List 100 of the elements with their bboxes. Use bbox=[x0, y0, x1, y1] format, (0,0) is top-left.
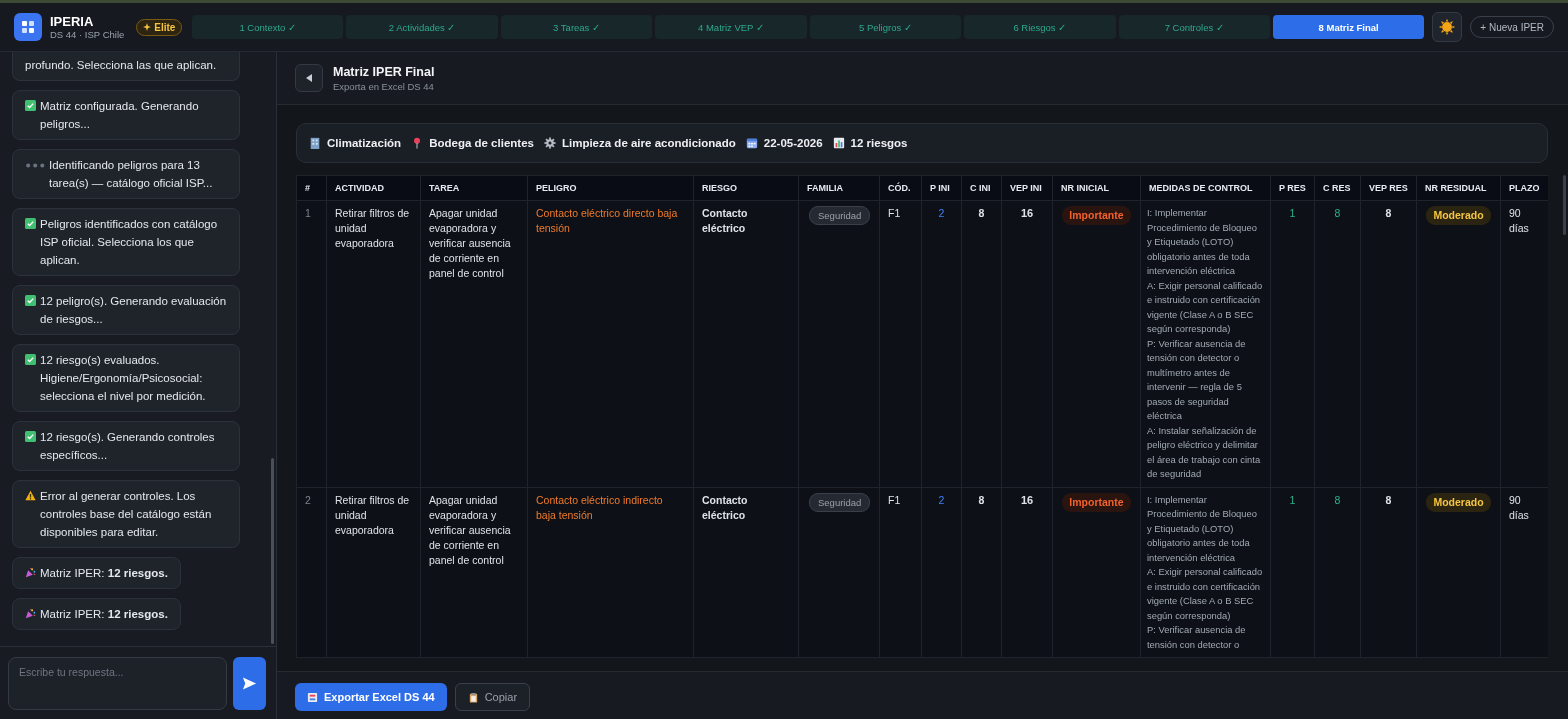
confetti-icon bbox=[25, 608, 36, 619]
loading-dots-icon bbox=[25, 162, 47, 169]
step-tab[interactable]: 7 Controles ✓ bbox=[1118, 15, 1270, 39]
column-header: PELIGRO bbox=[527, 175, 694, 201]
table-cell: 8 bbox=[1314, 200, 1361, 487]
column-header: CÓD. bbox=[879, 175, 922, 201]
spreadsheet-icon bbox=[307, 691, 318, 703]
confetti-icon bbox=[25, 567, 36, 578]
column-header: P INI bbox=[921, 175, 962, 201]
summary-value: 12 riesgos bbox=[850, 137, 908, 149]
page-subtitle: Exporta en Excel DS 44 bbox=[333, 80, 435, 92]
table-cell: 2 bbox=[921, 487, 962, 658]
risk-level-tag: Importante bbox=[1062, 206, 1131, 225]
summary-value: Bodega de clientes bbox=[429, 137, 534, 149]
table-cell: 2 bbox=[296, 487, 327, 658]
export-excel-button[interactable]: Exportar Excel DS 44 bbox=[295, 683, 447, 711]
table-cell: Contacto eléctrico directo baja tensión bbox=[527, 200, 694, 487]
column-header: FAMILIA bbox=[798, 175, 880, 201]
back-icon bbox=[304, 73, 314, 83]
check-icon bbox=[25, 431, 36, 442]
bar-chart-icon bbox=[832, 137, 845, 149]
control-measure: A: Exigir personal calificado e instruido con certificación vigente (Clase A o B SEC según corresponda) bbox=[1147, 278, 1264, 336]
message-text: 12 riesgo(s) evaluados. Higiene/Ergonomía/Psicosocial: selecciona el nivel por medición. bbox=[40, 353, 207, 404]
column-header: VEP INI bbox=[1001, 175, 1053, 201]
table-cell: 2 bbox=[921, 200, 962, 487]
summary-value: Limpieza de aire acondicionado bbox=[561, 137, 736, 149]
control-measure: P: Verificar ausencia de tensión con detector o bbox=[1147, 623, 1247, 652]
table-cell: 8 bbox=[1314, 487, 1361, 658]
column-header: ACTIVIDAD bbox=[326, 175, 421, 201]
send-button[interactable] bbox=[233, 657, 266, 710]
table-cell: 1 bbox=[1270, 200, 1315, 487]
step-tab[interactable]: 2 Actividades ✓ bbox=[346, 15, 498, 39]
message-text: Matriz IPER: 12 riesgos. bbox=[40, 607, 168, 622]
control-measure: P: Verificar ausencia de tensión con detector o multímetro antes de intervenir — regla de 5 pasos de seguridad eléctrica bbox=[1147, 336, 1247, 423]
table-cell: 1 bbox=[1270, 487, 1315, 658]
control-measure: A: Exigir personal calificado e instruido con certificación vigente (Clase A o B SEC según corresponda) bbox=[1147, 565, 1264, 623]
family-tag: Seguridad bbox=[809, 206, 871, 225]
step-tab[interactable]: 4 Matriz VEP ✓ bbox=[655, 15, 807, 39]
table-cell: Contacto eléctrico bbox=[693, 487, 799, 658]
column-header: RIESGO bbox=[693, 175, 799, 201]
table-cell: 8 bbox=[1360, 487, 1417, 658]
step-tab[interactable]: 1 Contexto ✓ bbox=[192, 15, 344, 39]
column-header: NR RESIDUAL bbox=[1416, 175, 1501, 201]
column-header: C RES bbox=[1314, 175, 1361, 201]
sparkle-icon bbox=[143, 23, 152, 31]
step-tab[interactable]: 3 Tareas ✓ bbox=[500, 15, 653, 39]
plan-badge: Elite bbox=[136, 18, 183, 36]
back-button[interactable] bbox=[295, 64, 323, 92]
app-name: IPERIA bbox=[50, 14, 95, 29]
table-cell: 8 bbox=[961, 487, 1002, 658]
table-cell: 1 bbox=[296, 200, 327, 487]
step-tab[interactable]: 8 Matriz Final bbox=[1272, 15, 1425, 39]
app-logo-icon bbox=[14, 13, 42, 41]
column-header: P RES bbox=[1270, 175, 1315, 201]
column-header: C INI bbox=[961, 175, 1002, 201]
message-text: 12 peligro(s). Generando evaluación de riesgos... bbox=[40, 294, 227, 327]
sun-icon bbox=[1438, 18, 1457, 36]
control-measure: A: Instalar señalización de peligro eléctrico y delimitar el área de trabajo con cinta de seguridad bbox=[1147, 423, 1262, 481]
message-text: 12 riesgo(s). Generando controles específicos... bbox=[40, 430, 216, 463]
step-tab[interactable]: 5 Peligros ✓ bbox=[809, 15, 962, 39]
step-tab[interactable]: 6 Riesgos ✓ bbox=[964, 15, 1116, 39]
control-measure: I: Implementar Procedimiento de Bloqueo y Etiquetado (LOTO) obligatorio antes de toda intervención eléctrica bbox=[1147, 206, 1258, 278]
message-text: profundo. Selecciona las que aplican. bbox=[25, 58, 217, 73]
table-cell: 8 bbox=[961, 200, 1002, 487]
theme-toggle-button[interactable] bbox=[1432, 12, 1463, 42]
control-measure: I: Implementar Procedimiento de Bloqueo y Etiquetado (LOTO) obligatorio antes de toda intervención eléctrica bbox=[1147, 492, 1258, 565]
check-icon bbox=[25, 295, 36, 306]
page-title: Matriz IPER Final bbox=[333, 64, 435, 79]
message-text: Identificando peligros para 13 tarea(s) — catálogo oficial ISP... bbox=[49, 158, 214, 191]
column-header: VEP RES bbox=[1360, 175, 1417, 201]
table-cell: Contacto eléctrico indirecto baja tensión bbox=[527, 487, 694, 658]
message-text: Error al generar controles. Los controles base del catálogo están disponibles para editar. bbox=[40, 489, 213, 540]
calendar-icon bbox=[745, 137, 758, 149]
summary-value: Climatización bbox=[327, 137, 402, 149]
table-cell: F1 bbox=[879, 487, 922, 658]
column-header: NR INICIAL bbox=[1052, 175, 1141, 201]
app-subtitle: DS 44 · ISP Chile bbox=[50, 29, 125, 40]
message-text: Matriz IPER: 12 riesgos. bbox=[40, 566, 168, 581]
table-cell: 16 bbox=[1001, 487, 1053, 658]
family-tag: Seguridad bbox=[809, 492, 871, 512]
table-cell: Apagar unidad evaporadora y verificar ausencia de corriente en panel de control bbox=[420, 200, 528, 487]
table-cell: Retirar filtros de unidad evaporadora bbox=[326, 200, 421, 487]
reply-input-field[interactable]: Escribe tu respuesta... bbox=[8, 657, 227, 710]
gear-icon bbox=[543, 137, 556, 149]
message-text: Peligros identificados con catálogo ISP oficial. Selecciona los que aplican. bbox=[40, 217, 219, 268]
column-header: MEDIDAS DE CONTROL bbox=[1140, 175, 1271, 201]
copy-button[interactable]: Copiar bbox=[454, 683, 531, 711]
send-icon bbox=[242, 676, 257, 691]
table-cell: Contacto eléctrico bbox=[693, 200, 799, 487]
risk-level-tag: Importante bbox=[1062, 492, 1131, 512]
risk-level-tag: Moderado bbox=[1426, 206, 1491, 225]
warning-icon bbox=[25, 490, 36, 501]
column-header: # bbox=[296, 175, 327, 201]
table-cell: 16 bbox=[1001, 200, 1053, 487]
building-icon bbox=[309, 137, 321, 149]
summary-value: 22-05-2026 bbox=[763, 137, 823, 149]
table-cell: 8 bbox=[1360, 200, 1417, 487]
column-header: PLAZO bbox=[1500, 175, 1548, 201]
table-cell: Apagar unidad evaporadora y verificar ausencia de corriente en panel de control bbox=[420, 487, 528, 658]
check-icon bbox=[25, 354, 36, 365]
